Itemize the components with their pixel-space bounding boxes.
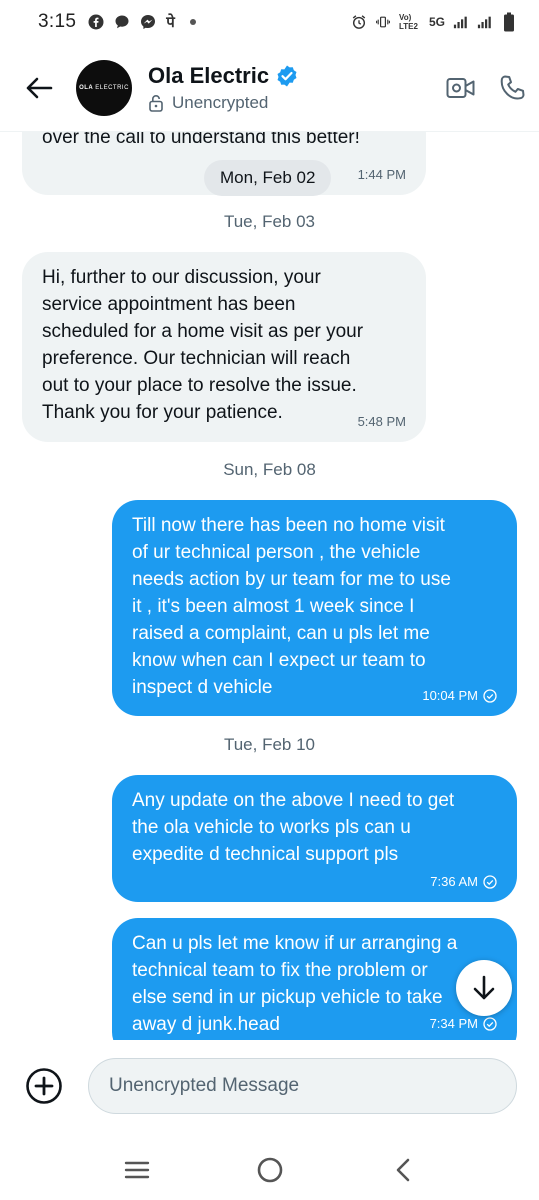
avatar-text-bold: OLA bbox=[79, 84, 94, 91]
message-time-text: 5:48 PM bbox=[357, 414, 406, 429]
message-line: else send in ur pickup vehicle to take bbox=[132, 987, 443, 1008]
message-time: 7:34 PM bbox=[430, 1016, 497, 1032]
message-line: Hi, further to our discussion, your bbox=[42, 267, 321, 288]
phone-call-button[interactable] bbox=[497, 72, 529, 104]
message-time: 10:04 PM bbox=[422, 688, 497, 704]
message-line: know when can I expect ur team to bbox=[132, 650, 426, 671]
message-line: preference. Our technician will reach bbox=[42, 348, 351, 369]
message-line: technical team to fix the problem or bbox=[132, 960, 428, 981]
read-receipt-icon bbox=[483, 1017, 497, 1031]
contact-avatar[interactable]: OLA ELECTRIC bbox=[76, 59, 132, 116]
message-list[interactable]: over the call to understand this better!… bbox=[0, 132, 539, 1040]
conversation-header: OLA ELECTRIC Ola Electric Unencrypted bbox=[0, 44, 539, 132]
message-line: it , it's been almost 1 week since I bbox=[132, 596, 415, 617]
chat-bubble-icon bbox=[114, 14, 130, 30]
message-line: scheduled for a home visit as per your bbox=[42, 321, 364, 342]
message-line: Can u pls let me know if ur arranging a bbox=[132, 933, 458, 954]
message-time-text: 10:04 PM bbox=[422, 688, 478, 703]
video-call-icon bbox=[446, 77, 475, 98]
message-line: Thank you for your patience. bbox=[42, 402, 283, 423]
message-line: Any update on the above I need to get bbox=[132, 790, 455, 811]
message-input[interactable] bbox=[88, 1058, 517, 1114]
avatar-text: ELECTRIC bbox=[95, 84, 129, 91]
scroll-to-bottom-button[interactable] bbox=[456, 960, 512, 1016]
plus-circle-icon bbox=[26, 1068, 62, 1104]
arrow-down-icon bbox=[473, 975, 495, 1000]
message-incoming[interactable]: Hi, further to our discussion, your serv… bbox=[22, 252, 426, 442]
verified-badge-icon bbox=[277, 65, 297, 86]
message-time: 5:48 PM bbox=[358, 414, 406, 430]
back-button[interactable] bbox=[24, 73, 54, 103]
message-time-text: 1:44 PM bbox=[357, 167, 406, 182]
status-time: 3:15 bbox=[38, 11, 77, 32]
message-line: the ola vehicle to works pls can u bbox=[132, 817, 411, 838]
vibrate-icon bbox=[375, 14, 391, 30]
network-label: Vo) LTE2 bbox=[398, 13, 418, 31]
message-text: over the call to understand this better! bbox=[42, 132, 360, 148]
hindi-indicator: पे bbox=[166, 14, 175, 31]
system-back-button[interactable] bbox=[383, 1150, 423, 1190]
signal-icon bbox=[453, 14, 469, 30]
alarm-icon bbox=[351, 14, 367, 30]
message-line: service appointment has been bbox=[42, 294, 296, 315]
message-line: expedite d technical support pls bbox=[132, 844, 399, 865]
message-time-text: 7:34 PM bbox=[429, 1016, 478, 1031]
read-receipt-icon bbox=[483, 689, 497, 703]
message-time: 7:36 AM bbox=[430, 874, 497, 890]
recent-apps-button[interactable] bbox=[117, 1150, 157, 1190]
facebook-icon bbox=[88, 14, 104, 30]
signal-icon-2 bbox=[477, 14, 493, 30]
floating-date-chip: Mon, Feb 02 bbox=[204, 160, 332, 196]
contact-name: Ola Electric bbox=[148, 62, 270, 88]
message-line: needs action by ur team for me to use bbox=[132, 569, 451, 590]
message-line: out to your place to resolve the issue. bbox=[42, 375, 357, 396]
system-nav-bar bbox=[0, 1140, 539, 1200]
messenger-icon bbox=[140, 14, 156, 30]
date-separator: Tue, Feb 10 bbox=[223, 735, 316, 754]
contact-title-block[interactable]: Ola Electric Unencrypted bbox=[148, 63, 299, 113]
network-gen: 5G bbox=[428, 15, 445, 29]
lock-icon bbox=[149, 94, 163, 112]
encryption-status: Unencrypted bbox=[172, 92, 269, 112]
battery-icon bbox=[501, 12, 517, 32]
message-composer bbox=[0, 1040, 539, 1132]
date-separator: Tue, Feb 03 bbox=[223, 212, 316, 231]
home-icon bbox=[257, 1157, 282, 1183]
message-outgoing[interactable]: Any update on the above I need to get th… bbox=[112, 775, 517, 902]
add-attachment-button[interactable] bbox=[24, 1066, 64, 1106]
phone-icon bbox=[500, 75, 525, 99]
message-line: Till now there has been no home visit bbox=[132, 515, 445, 536]
home-button[interactable] bbox=[250, 1150, 290, 1190]
recent-apps-icon bbox=[124, 1161, 149, 1179]
message-time-text: 7:36 AM bbox=[430, 874, 478, 889]
date-separator: Sun, Feb 08 bbox=[223, 460, 316, 479]
video-call-button[interactable] bbox=[445, 72, 477, 104]
status-bar: 3:15 पे Vo) LTE2 5G bbox=[0, 0, 539, 44]
message-line: of ur technical person , the vehicle bbox=[132, 542, 421, 563]
message-outgoing[interactable]: Till now there has been no home visit of… bbox=[112, 500, 517, 716]
arrow-left-icon bbox=[26, 77, 53, 98]
chevron-left-icon bbox=[396, 1158, 409, 1182]
read-receipt-icon bbox=[483, 875, 497, 889]
message-line: raised a complaint, can u pls let me bbox=[132, 623, 430, 644]
notification-dot-icon bbox=[185, 14, 201, 30]
message-time: 1:44 PM bbox=[358, 167, 406, 183]
